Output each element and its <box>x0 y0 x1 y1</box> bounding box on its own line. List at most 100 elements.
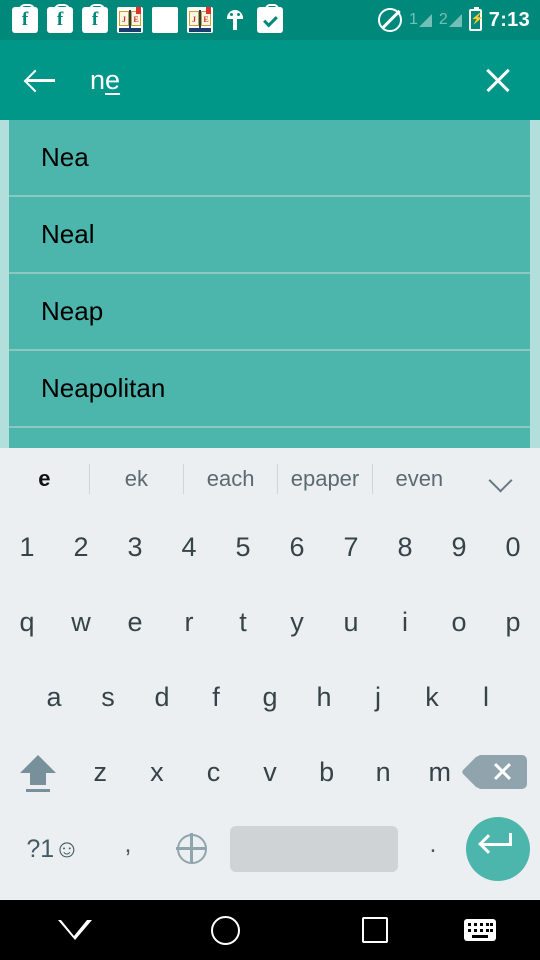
list-item[interactable] <box>9 428 530 448</box>
home-circle-icon[interactable] <box>150 915 300 945</box>
key-9[interactable]: 9 <box>432 510 486 585</box>
do-not-disturb-icon <box>377 8 402 32</box>
keyboard-switcher-icon[interactable] <box>450 919 510 941</box>
key-5[interactable]: 5 <box>216 510 270 585</box>
key-f[interactable]: f <box>189 660 243 735</box>
key-4[interactable]: 4 <box>162 510 216 585</box>
navigation-bar <box>0 900 540 960</box>
sim1-signal-indicator: 1 <box>409 12 432 28</box>
battery-charging-icon <box>468 7 482 31</box>
word-suggestion-list[interactable]: Nea Neal Neap Neapolitan <box>0 120 540 448</box>
backspace-key-icon[interactable] <box>468 735 536 810</box>
key-o[interactable]: o <box>432 585 486 660</box>
key-e[interactable]: e <box>108 585 162 660</box>
back-triangle-icon[interactable] <box>0 920 150 940</box>
key-u[interactable]: u <box>324 585 378 660</box>
keyboard-row-bottom: z x c v b n m <box>0 735 540 810</box>
keyboard-icon-shape <box>464 919 496 941</box>
key-6[interactable]: 6 <box>270 510 324 585</box>
suggestion-word[interactable]: e <box>0 464 90 494</box>
home-circle-shape <box>210 915 240 945</box>
recents-square-icon[interactable] <box>300 917 450 943</box>
book-base <box>119 28 141 32</box>
keyboard-suggestion-strip: e ek each epaper even <box>0 448 540 510</box>
key-l[interactable]: l <box>459 660 513 735</box>
back-arrow-icon[interactable] <box>22 60 62 100</box>
android-robot-icon <box>222 7 248 33</box>
list-item[interactable]: Neapolitan <box>9 351 530 426</box>
book-bookmark <box>136 7 141 14</box>
triangle-inner <box>61 920 88 936</box>
key-m[interactable]: m <box>411 735 468 810</box>
key-g[interactable]: g <box>243 660 297 735</box>
key-1[interactable]: 1 <box>0 510 54 585</box>
key-h[interactable]: h <box>297 660 351 735</box>
keyboard-row-numbers: 1 2 3 4 5 6 7 8 9 0 <box>0 510 540 585</box>
key-r[interactable]: r <box>162 585 216 660</box>
key-j[interactable]: j <box>351 660 405 735</box>
keyboard-row-top: q w e r t y u i o p <box>0 585 540 660</box>
key-v[interactable]: v <box>242 735 299 810</box>
suggestion-word[interactable]: even <box>373 464 466 494</box>
key-x[interactable]: x <box>129 735 186 810</box>
on-screen-keyboard: e ek each epaper even 1 2 3 4 5 6 7 8 9 … <box>0 448 540 900</box>
enter-arrow-head <box>478 834 498 854</box>
white-square-notification-icon <box>152 7 178 33</box>
key-a[interactable]: a <box>27 660 81 735</box>
suggestion-word[interactable]: ek <box>90 464 184 494</box>
signal-triangle-icon <box>418 13 432 27</box>
sim1-label: 1 <box>408 11 418 28</box>
key-7[interactable]: 7 <box>324 510 378 585</box>
status-system-icons: 1 2 7:13 <box>377 7 530 32</box>
key-i[interactable]: i <box>378 585 432 660</box>
key-0[interactable]: 0 <box>486 510 540 585</box>
phone-screen: J E J E 1 <box>0 0 540 960</box>
back-triangle-shape <box>58 920 92 940</box>
key-q[interactable]: q <box>0 585 54 660</box>
clipboard-check-icon <box>257 4 283 33</box>
comma-key[interactable]: , <box>96 830 160 869</box>
key-8[interactable]: 8 <box>378 510 432 585</box>
book-bookmark <box>206 7 211 14</box>
key-s[interactable]: s <box>81 660 135 735</box>
dictionary-book-icon: J E <box>117 7 143 33</box>
key-2[interactable]: 2 <box>54 510 108 585</box>
status-bar: J E J E 1 <box>0 0 540 40</box>
search-text-composing: e <box>105 64 121 95</box>
book-page-left: J <box>119 11 129 26</box>
robot-eye-left <box>230 13 233 16</box>
enter-key-icon[interactable] <box>466 817 530 881</box>
book-spine <box>129 10 131 28</box>
search-input[interactable]: ne <box>90 65 478 96</box>
key-y[interactable]: y <box>270 585 324 660</box>
keyboard-row-space: ?1☺ , . <box>0 810 540 888</box>
language-globe-icon[interactable] <box>160 833 224 864</box>
suggestion-word[interactable]: each <box>184 464 279 494</box>
enter-arrow-riser <box>509 833 512 846</box>
sim2-signal-indicator: 2 <box>439 12 462 28</box>
signal-triangle-icon <box>448 13 462 27</box>
key-3[interactable]: 3 <box>108 510 162 585</box>
book-page-left: J <box>189 11 199 26</box>
close-icon[interactable] <box>478 60 518 100</box>
key-z[interactable]: z <box>72 735 129 810</box>
status-clock: 7:13 <box>488 8 530 31</box>
key-c[interactable]: c <box>185 735 242 810</box>
key-w[interactable]: w <box>54 585 108 660</box>
period-key[interactable]: . <box>404 830 462 869</box>
key-n[interactable]: n <box>355 735 412 810</box>
key-t[interactable]: t <box>216 585 270 660</box>
suggestion-word[interactable]: epaper <box>278 464 373 494</box>
list-item[interactable]: Neal <box>9 197 530 272</box>
key-p[interactable]: p <box>486 585 540 660</box>
key-d[interactable]: d <box>135 660 189 735</box>
key-b[interactable]: b <box>298 735 355 810</box>
list-item[interactable]: Nea <box>9 120 530 195</box>
shift-key-icon[interactable] <box>4 735 72 810</box>
key-k[interactable]: k <box>405 660 459 735</box>
chevron-down-icon[interactable] <box>466 448 540 510</box>
shift-arrow-head <box>20 755 56 773</box>
symbols-key[interactable]: ?1☺ <box>10 835 96 864</box>
list-item[interactable]: Neap <box>9 274 530 349</box>
space-key[interactable] <box>230 826 398 872</box>
